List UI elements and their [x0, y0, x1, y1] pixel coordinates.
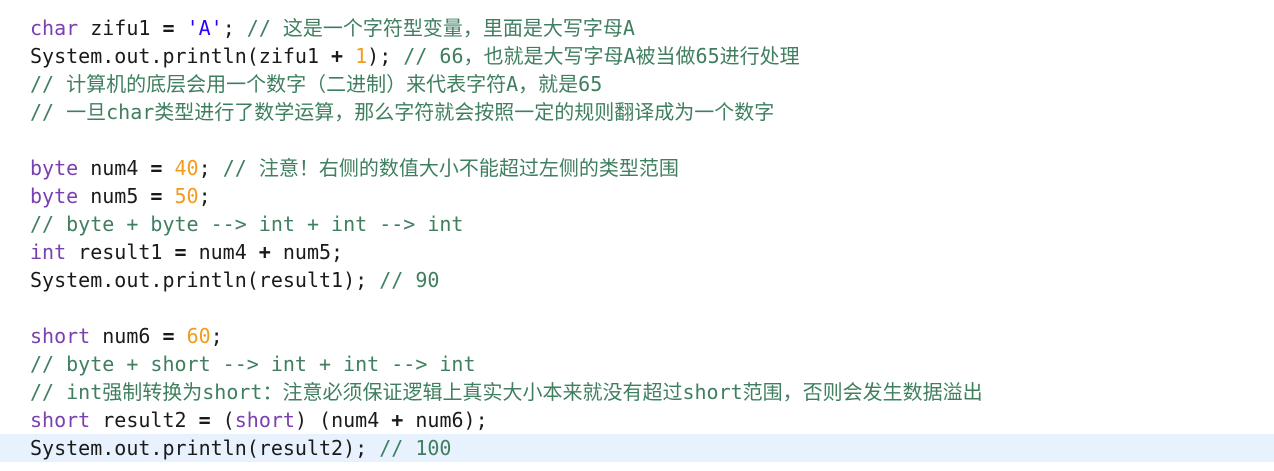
- identifier: num5;: [270, 240, 344, 264]
- operator: =: [162, 16, 175, 40]
- comment: // 这是一个字符型变量，里面是大写字母A: [246, 16, 635, 40]
- operator: +: [331, 44, 344, 68]
- keyword-byte: byte: [30, 184, 79, 208]
- code-line-6: byte num4 = 40; // 注意！右侧的数值大小不能超过左侧的类型范围: [0, 154, 1274, 182]
- code-line-13: // byte + short --> int + int --> int: [0, 350, 1274, 378]
- punctuation: (: [210, 408, 235, 432]
- identifier: num6: [90, 324, 163, 348]
- identifier: System.out.println(result2);: [30, 436, 380, 460]
- keyword-short: short: [30, 408, 91, 432]
- comment: // 一旦char类型进行了数学运算，那么字符就会按照一定的规则翻译成为一个数字: [30, 100, 775, 124]
- keyword-char: char: [30, 16, 79, 40]
- comment: // 注意！右侧的数值大小不能超过左侧的类型范围: [222, 156, 679, 180]
- identifier: num6);: [403, 408, 488, 432]
- code-line-4: // 一旦char类型进行了数学运算，那么字符就会按照一定的规则翻译成为一个数字: [0, 98, 1274, 126]
- identifier: num4: [186, 240, 259, 264]
- keyword-byte: byte: [30, 156, 79, 180]
- keyword-short: short: [234, 408, 295, 432]
- operator: =: [198, 408, 211, 432]
- punctuation: ;: [222, 16, 247, 40]
- comment: // 90: [379, 268, 440, 292]
- code-line-3: // 计算机的底层会用一个数字（二进制）来代表字符A，就是65: [0, 70, 1274, 98]
- operator: =: [150, 156, 163, 180]
- comment: // byte + byte --> int + int --> int: [30, 212, 464, 236]
- operator: +: [258, 240, 271, 264]
- code-line-7: byte num5 = 50;: [0, 182, 1274, 210]
- identifier: result1: [66, 240, 175, 264]
- comment: // int强制转换为short：注意必须保证逻辑上真实大小本来就没有超过sho…: [30, 380, 983, 404]
- code-line-9: int result1 = num4 + num5;: [0, 238, 1274, 266]
- code-line-14: // int强制转换为short：注意必须保证逻辑上真实大小本来就没有超过sho…: [0, 378, 1274, 406]
- code-editor[interactable]: char zifu1 = 'A'; // 这是一个字符型变量，里面是大写字母A …: [0, 0, 1274, 471]
- code-line-16-current[interactable]: System.out.println(result2); // 100: [0, 434, 1274, 462]
- comment: // 66，也就是大写字母A被当做65进行处理: [403, 44, 800, 68]
- identifier: System.out.println(zifu1: [30, 44, 332, 68]
- identifier: System.out.println(result1);: [30, 268, 380, 292]
- number-literal: 50: [174, 184, 199, 208]
- keyword-int: int: [30, 240, 67, 264]
- operator: =: [174, 240, 187, 264]
- code-line-8: // byte + byte --> int + int --> int: [0, 210, 1274, 238]
- code-line-2: System.out.println(zifu1 + 1); // 66，也就是…: [0, 42, 1274, 70]
- identifier: result2: [90, 408, 199, 432]
- operator: =: [150, 184, 163, 208]
- number-literal: 40: [174, 156, 199, 180]
- identifier: zifu1: [78, 16, 163, 40]
- punctuation: ;: [198, 156, 223, 180]
- char-literal: 'A': [186, 16, 223, 40]
- comment: // 100: [379, 436, 452, 460]
- code-line-12: short num6 = 60;: [0, 322, 1274, 350]
- identifier: num5: [78, 184, 151, 208]
- keyword-short: short: [30, 324, 91, 348]
- code-line-15: short result2 = (short) (num4 + num6);: [0, 406, 1274, 434]
- comment: // 计算机的底层会用一个数字（二进制）来代表字符A，就是65: [30, 72, 603, 96]
- code-line-1: char zifu1 = 'A'; // 这是一个字符型变量，里面是大写字母A: [0, 14, 1274, 42]
- comment: // byte + short --> int + int --> int: [30, 352, 476, 376]
- identifier: num4: [78, 156, 151, 180]
- punctuation: ;: [198, 184, 211, 208]
- operator: +: [391, 408, 404, 432]
- number-literal: 1: [355, 44, 368, 68]
- operator: =: [162, 324, 175, 348]
- code-line-10: System.out.println(result1); // 90: [0, 266, 1274, 294]
- number-literal: 60: [186, 324, 211, 348]
- punctuation: );: [367, 44, 404, 68]
- punctuation: ;: [210, 324, 223, 348]
- identifier: ) (num4: [294, 408, 392, 432]
